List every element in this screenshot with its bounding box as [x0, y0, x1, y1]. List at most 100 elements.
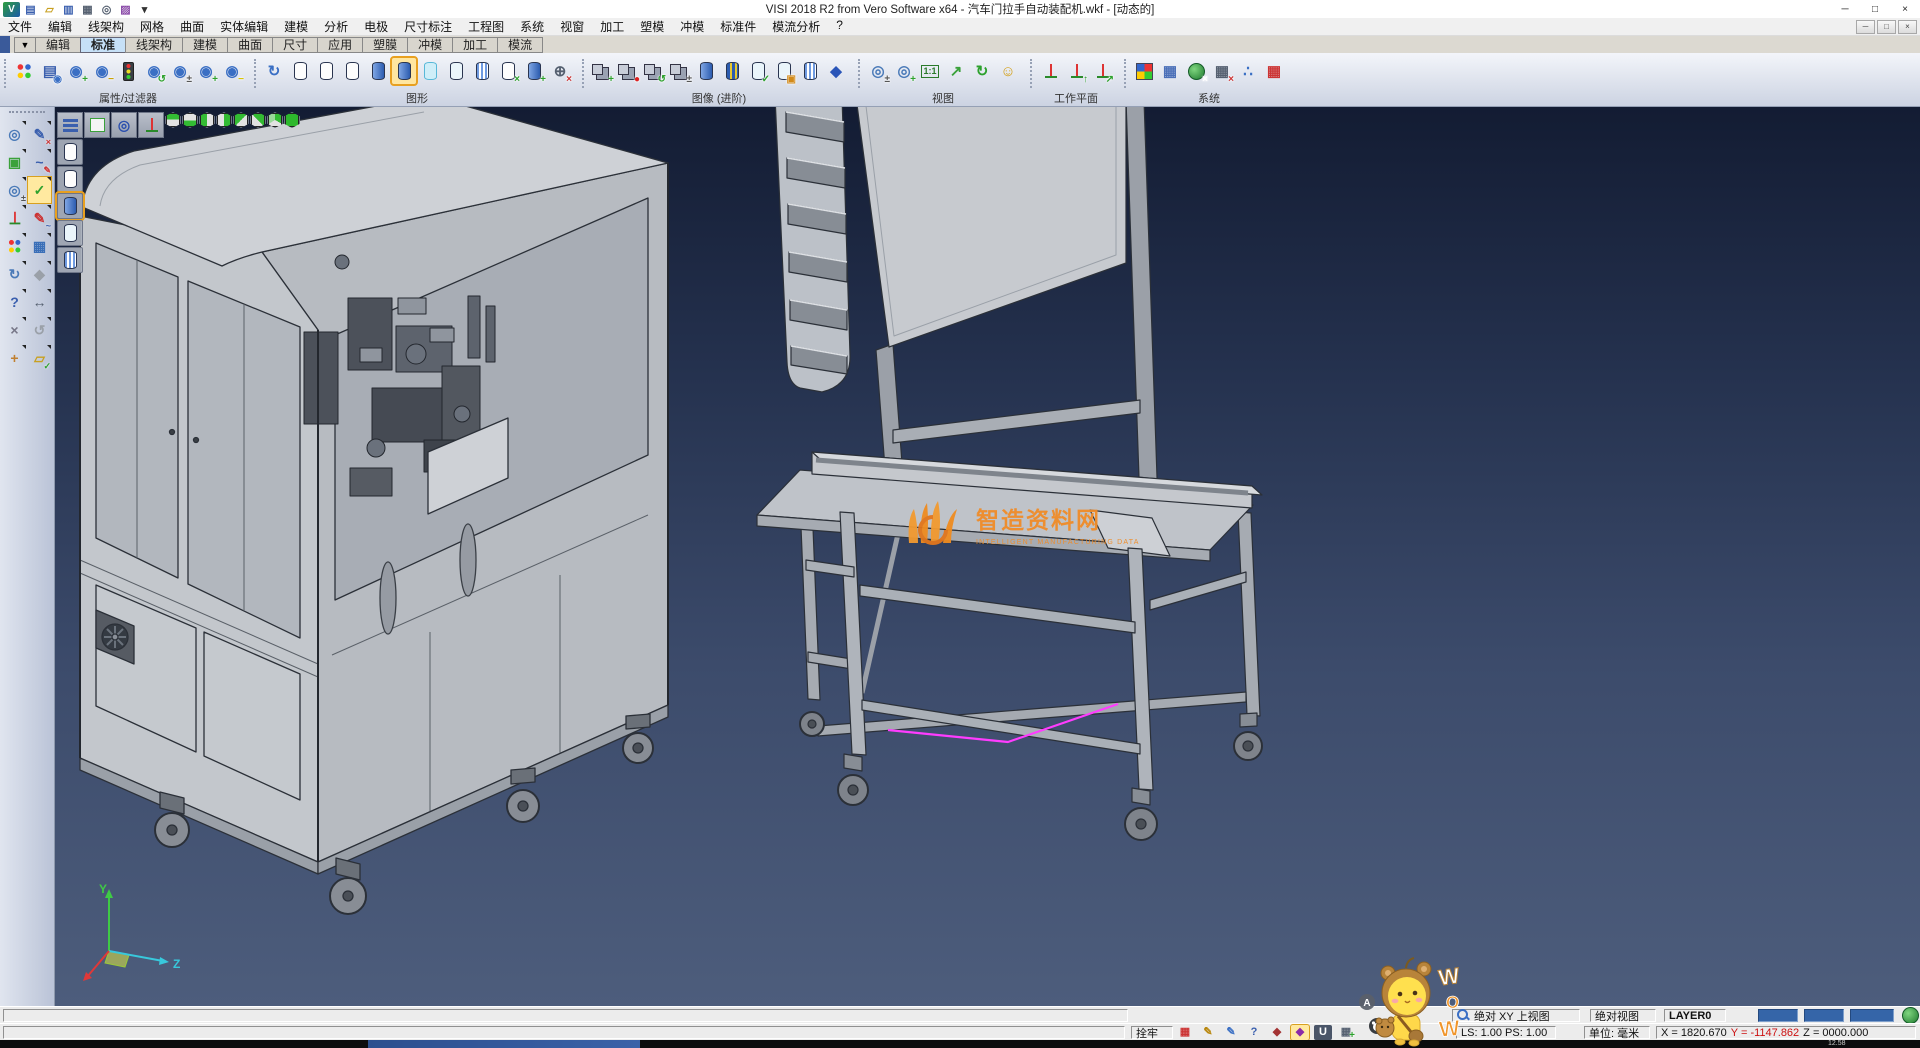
solid-layer-icon[interactable] [694, 58, 718, 84]
maximize-button[interactable]: □ [1860, 0, 1890, 18]
annotate-pencil-icon[interactable]: ✎ [1199, 1025, 1217, 1040]
strip-layer-1-icon[interactable] [57, 139, 83, 165]
system-config-icon[interactable]: × [1184, 58, 1208, 84]
viewport-3d-canvas[interactable]: ◎ 智造资料网 INTELLIGENT MANUFACTURING DATA [55, 107, 1920, 1006]
strip-layer-5-icon[interactable] [57, 247, 83, 273]
taskbar-app-button[interactable] [368, 1040, 640, 1048]
shading-icon[interactable]: ☺ [996, 58, 1020, 84]
menu-analysis[interactable]: 分析 [316, 18, 356, 35]
blank-add-icon[interactable]: + [590, 58, 614, 84]
window-add-icon[interactable]: ▦+ [1337, 1025, 1355, 1040]
blank-traffic-icon[interactable]: ● [616, 58, 640, 84]
menu-mesh[interactable]: 网格 [132, 18, 172, 35]
window-tiles-icon[interactable]: ▦ [28, 233, 51, 259]
pan-rotate-icon[interactable]: + [3, 345, 26, 371]
tag-layer-icon[interactable]: ▣ [772, 58, 796, 84]
tab-application[interactable]: 应用 [317, 37, 363, 53]
hide-selected-icon[interactable]: ◉− [90, 58, 114, 84]
mdi-close-button[interactable]: × [1898, 20, 1917, 34]
measure-distance-icon[interactable]: ↔ [28, 289, 51, 315]
view-left-icon[interactable] [233, 112, 249, 128]
minimize-button[interactable]: ─ [1830, 0, 1860, 18]
sketch-curve-icon[interactable]: ~✎ [28, 149, 51, 175]
confirm-check-icon[interactable]: ✓ [28, 177, 51, 203]
capture-icon[interactable]: ▨ [117, 2, 134, 17]
layer-new-icon[interactable] [314, 58, 338, 84]
visi-logo-icon[interactable]: V [3, 2, 20, 17]
grid-settings-icon[interactable]: ▦ [1262, 58, 1286, 84]
view-top-icon[interactable] [165, 112, 181, 128]
mesh-layer-icon[interactable] [798, 58, 822, 84]
solid-view-icon[interactable]: ◆ [28, 261, 51, 287]
desktop-mascot[interactable]: A W O W [1358, 956, 1476, 1048]
preview-zoom-icon[interactable]: ◎ [3, 121, 26, 147]
snap-settings-icon[interactable]: ∴ [1236, 58, 1260, 84]
view-bottom-icon[interactable] [182, 112, 198, 128]
workplane-world-icon[interactable] [1038, 58, 1062, 84]
refresh-visibility-icon[interactable]: ◉↺ [142, 58, 166, 84]
save-file-icon[interactable]: ▥ [60, 2, 77, 17]
invert-visibility-icon[interactable]: ◉± [168, 58, 192, 84]
viewport-menu-icon[interactable] [57, 112, 83, 138]
layer-unused-icon[interactable] [444, 58, 468, 84]
filter-traffic-icon[interactable] [116, 58, 140, 84]
ucs-cube-icon[interactable]: ◆ [1291, 1025, 1309, 1040]
undo-icon[interactable]: ↺ [28, 317, 51, 343]
menu-file[interactable]: 文件 [0, 18, 40, 35]
tab-wireframe[interactable]: 线架构 [125, 37, 183, 53]
view-iso-icon[interactable] [267, 112, 283, 128]
menu-help[interactable]: ? [828, 18, 851, 35]
layer-empty-icon[interactable] [340, 58, 364, 84]
mdi-minimize-button[interactable]: ─ [1856, 20, 1875, 34]
quick-access-dropdown-icon[interactable]: ▾ [136, 2, 153, 17]
zoom-view-icon[interactable]: ◎ [111, 112, 137, 138]
menu-flow-analysis[interactable]: 模流分析 [764, 18, 828, 35]
triad-view-icon[interactable] [138, 112, 164, 138]
print-icon[interactable]: ▦ [79, 2, 96, 17]
zoom-toggle-icon[interactable]: ◎± [3, 177, 26, 203]
help-info-icon[interactable]: ? [3, 289, 26, 315]
layer-move-icon[interactable]: + [522, 58, 546, 84]
tab-standard[interactable]: 标准 [80, 37, 126, 53]
layer-delete-icon[interactable]: × [496, 58, 520, 84]
shaded-view-icon[interactable]: ◆ [824, 58, 848, 84]
zoom-dynamic-icon[interactable]: ◎± [866, 58, 890, 84]
open-file-icon[interactable]: ▱ [41, 2, 58, 17]
show-all-icon[interactable]: ◉+ [194, 58, 218, 84]
tab-modeling[interactable]: 建模 [182, 37, 228, 53]
macro-record-icon[interactable]: ▦ [1176, 1025, 1194, 1040]
tab-die[interactable]: 冲模 [407, 37, 453, 53]
mdi-restore-button[interactable]: □ [1877, 20, 1896, 34]
blank-toggle-icon[interactable]: ± [668, 58, 692, 84]
paint-icon[interactable]: ✎ [1222, 1025, 1240, 1040]
absolute-view-field[interactable]: 绝对视图 [1590, 1009, 1656, 1022]
preview-icon[interactable]: ◎ [98, 2, 115, 17]
menu-machining[interactable]: 加工 [592, 18, 632, 35]
menu-edit[interactable]: 编辑 [40, 18, 80, 35]
view-refresh-icon[interactable]: ↻ [970, 58, 994, 84]
view-iso-shaded-icon[interactable] [284, 112, 300, 128]
tab-surface[interactable]: 曲面 [227, 37, 273, 53]
menu-surface[interactable]: 曲面 [172, 18, 212, 35]
view-front-icon[interactable] [199, 112, 215, 128]
layer-list-icon[interactable] [288, 58, 312, 84]
tab-mold[interactable]: 塑膜 [362, 37, 408, 53]
command-prompt-area[interactable] [3, 1026, 1125, 1039]
erase-pencil-icon[interactable]: ✎× [28, 121, 51, 147]
close-button[interactable]: × [1890, 0, 1920, 18]
conveyor-table-model[interactable] [757, 107, 1262, 840]
layer-current-icon[interactable] [392, 58, 416, 84]
layer-mesh-icon[interactable] [470, 58, 494, 84]
cup-icon[interactable]: U [1314, 1025, 1332, 1040]
menu-standard-parts[interactable]: 标准件 [712, 18, 764, 35]
select-window-icon[interactable]: ▣ [3, 149, 26, 175]
preview-attributes-icon[interactable]: ▤◉ [38, 58, 62, 84]
menu-electrode[interactable]: 电极 [356, 18, 396, 35]
menu-solid-edit[interactable]: 实体编辑 [212, 18, 276, 35]
check-layer-icon[interactable]: ✓ [746, 58, 770, 84]
strip-layer-2-icon[interactable] [57, 166, 83, 192]
open-project-icon[interactable]: ▱✓ [28, 345, 51, 371]
menu-die[interactable]: 冲模 [672, 18, 712, 35]
tab-edit[interactable]: 编辑 [35, 37, 81, 53]
view-arrow-icon[interactable]: ↗ [944, 58, 968, 84]
